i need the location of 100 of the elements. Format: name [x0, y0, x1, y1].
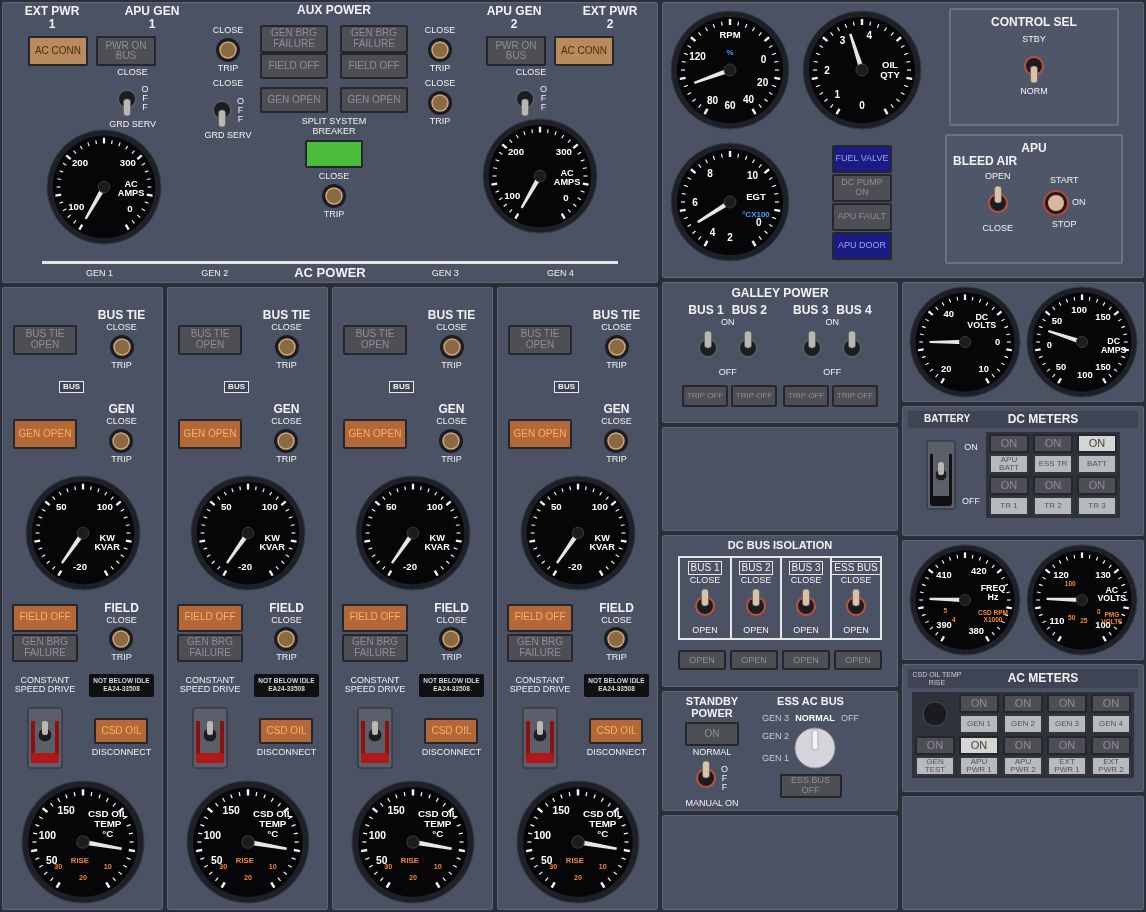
- panel-label: CLOSE: [212, 79, 244, 90]
- gauge-label: 50: [550, 501, 562, 513]
- panel-label: CLOSE: [212, 26, 244, 36]
- annunciator-light: FUEL VALVE: [832, 144, 892, 173]
- annunciator-light: FIELD OFF: [12, 603, 78, 632]
- gauge-caption: CSD OIL TEMP °C: [417, 808, 458, 839]
- circuit-breaker-button[interactable]: [108, 427, 135, 454]
- gauge-label: 100: [68, 201, 85, 213]
- gauge-label: 50: [220, 501, 232, 513]
- annunciator-light: OPEN: [834, 650, 882, 671]
- selector-button[interactable]: EXT PWR 1: [1047, 756, 1087, 777]
- selector-button[interactable]: BATT: [1077, 453, 1117, 474]
- circuit-breaker-button[interactable]: [108, 333, 135, 360]
- annunciator-light: APU DOOR: [832, 231, 892, 260]
- selector-button[interactable]: GEN TEST: [915, 756, 955, 777]
- guarded-switch[interactable]: [926, 439, 956, 510]
- annunciator-light: GEN BRG FAILURE: [340, 24, 408, 53]
- selector-button[interactable]: GEN 4: [1091, 714, 1131, 735]
- guarded-switch[interactable]: [27, 707, 63, 770]
- panel-label: TRIP: [429, 117, 451, 127]
- gauge-label: -20: [237, 561, 252, 573]
- rotary-selector[interactable]: [793, 725, 837, 770]
- circuit-breaker-button[interactable]: [273, 626, 300, 653]
- gauge-label: 0: [563, 191, 569, 203]
- panel-label: GEN: [108, 403, 135, 417]
- panel-label: APU: [1021, 142, 1047, 155]
- gauge-label: 20: [757, 77, 769, 89]
- circuit-breaker-button[interactable]: [438, 427, 465, 454]
- panel-label: TRIP: [429, 63, 451, 74]
- panel-label: CLOSE: [601, 322, 632, 333]
- gauge-caption: CSD OIL TEMP °C: [87, 808, 128, 839]
- guarded-switch[interactable]: [522, 707, 558, 770]
- annunciator-light: GEN OPEN: [178, 418, 242, 449]
- panel-label: BUS TIE: [262, 309, 311, 322]
- annunciator-light: PWR ON BUS: [486, 36, 546, 66]
- panel-label: CLOSE: [790, 575, 822, 586]
- panel-label: OFF: [718, 367, 737, 378]
- panel-label: ON: [964, 442, 978, 453]
- gauge-caption: AC AMPS: [117, 179, 145, 199]
- selector-button[interactable]: GEN 2: [1003, 714, 1043, 735]
- gauge-label: 20: [940, 364, 951, 375]
- gauge-label: 60: [724, 99, 736, 111]
- panel-label: SPLIT SYSTEM BREAKER: [300, 116, 368, 137]
- circuit-breaker-button[interactable]: [427, 36, 453, 63]
- circuit-breaker-button[interactable]: [321, 183, 347, 210]
- guarded-switch[interactable]: [357, 707, 393, 770]
- circuit-breaker-button[interactable]: [427, 90, 453, 117]
- gauge-label: 10: [103, 862, 112, 872]
- annunciator-light: ON: [959, 694, 999, 714]
- gauge-label: 100: [38, 830, 56, 842]
- circuit-breaker-button[interactable]: [603, 333, 630, 360]
- selector-button[interactable]: GEN 3: [1047, 714, 1087, 735]
- gauge-caption: EGT: [746, 191, 766, 202]
- circuit-breaker-button[interactable]: [273, 333, 300, 360]
- gauge-label: -20: [402, 561, 417, 573]
- bus-tag: BUS: [554, 381, 579, 393]
- selector-button[interactable]: APU PWR 1: [959, 756, 999, 777]
- gauge-caption: FREQ Hz: [980, 582, 1005, 602]
- circuit-breaker-button[interactable]: [603, 626, 630, 653]
- gauge-label: 100: [533, 830, 551, 842]
- selector-button[interactable]: TR 3: [1077, 495, 1117, 516]
- gauge-label: 100: [591, 501, 608, 513]
- selector-button[interactable]: APU PWR 2: [1003, 756, 1043, 777]
- push-button[interactable]: [1043, 189, 1069, 216]
- selector-button[interactable]: TR 1: [989, 495, 1029, 516]
- circuit-breaker-button[interactable]: [108, 626, 135, 653]
- annunciator-light: GEN BRG FAILURE: [260, 24, 328, 53]
- panel-label: STBY: [1022, 34, 1046, 45]
- guarded-switch[interactable]: [192, 707, 228, 770]
- panel-label: AC METERS: [1006, 672, 1080, 685]
- gauge-label: 1: [834, 89, 841, 101]
- panel-label: OFF: [140, 85, 150, 113]
- gauge-label: 150: [551, 804, 570, 816]
- gauge-label: 10: [433, 862, 442, 872]
- selector-button[interactable]: EXT PWR 2: [1091, 756, 1131, 777]
- selector-button[interactable]: APU BATT: [989, 453, 1029, 474]
- circuit-breaker-button[interactable]: [215, 36, 241, 63]
- gauge-label: 40: [942, 309, 954, 319]
- panel-label: TRIP: [276, 454, 297, 465]
- gauge-label: 2: [727, 231, 733, 243]
- gauge-caption: CSD OIL TEMP °C: [582, 808, 623, 839]
- circuit-breaker-button[interactable]: [438, 626, 465, 653]
- gauge-needle: [520, 169, 547, 209]
- annunciator-light: ON: [1077, 433, 1117, 453]
- circuit-breaker-button[interactable]: [273, 427, 300, 454]
- annunciator-light: CSD OIL: [424, 718, 479, 745]
- selector-button[interactable]: TR 2: [1033, 495, 1073, 516]
- gauge-label: 6: [692, 196, 698, 208]
- selector-button[interactable]: GEN 1: [959, 714, 999, 735]
- circuit-breaker-button[interactable]: [438, 333, 465, 360]
- panel-label: BUS 2: [731, 303, 767, 317]
- panel-label: TRIP: [111, 360, 132, 371]
- annunciator-light: ON: [1033, 475, 1073, 495]
- gauge-caption: CSD OIL TEMP °C: [252, 808, 293, 839]
- gauge-needle: [240, 835, 287, 850]
- selector-button[interactable]: ESS TR: [1033, 453, 1073, 474]
- gauge-needle: [570, 835, 617, 850]
- circuit-breaker-button[interactable]: [603, 427, 630, 454]
- panel-label: CLOSE: [436, 322, 467, 333]
- panel-label: TRIP: [606, 653, 627, 664]
